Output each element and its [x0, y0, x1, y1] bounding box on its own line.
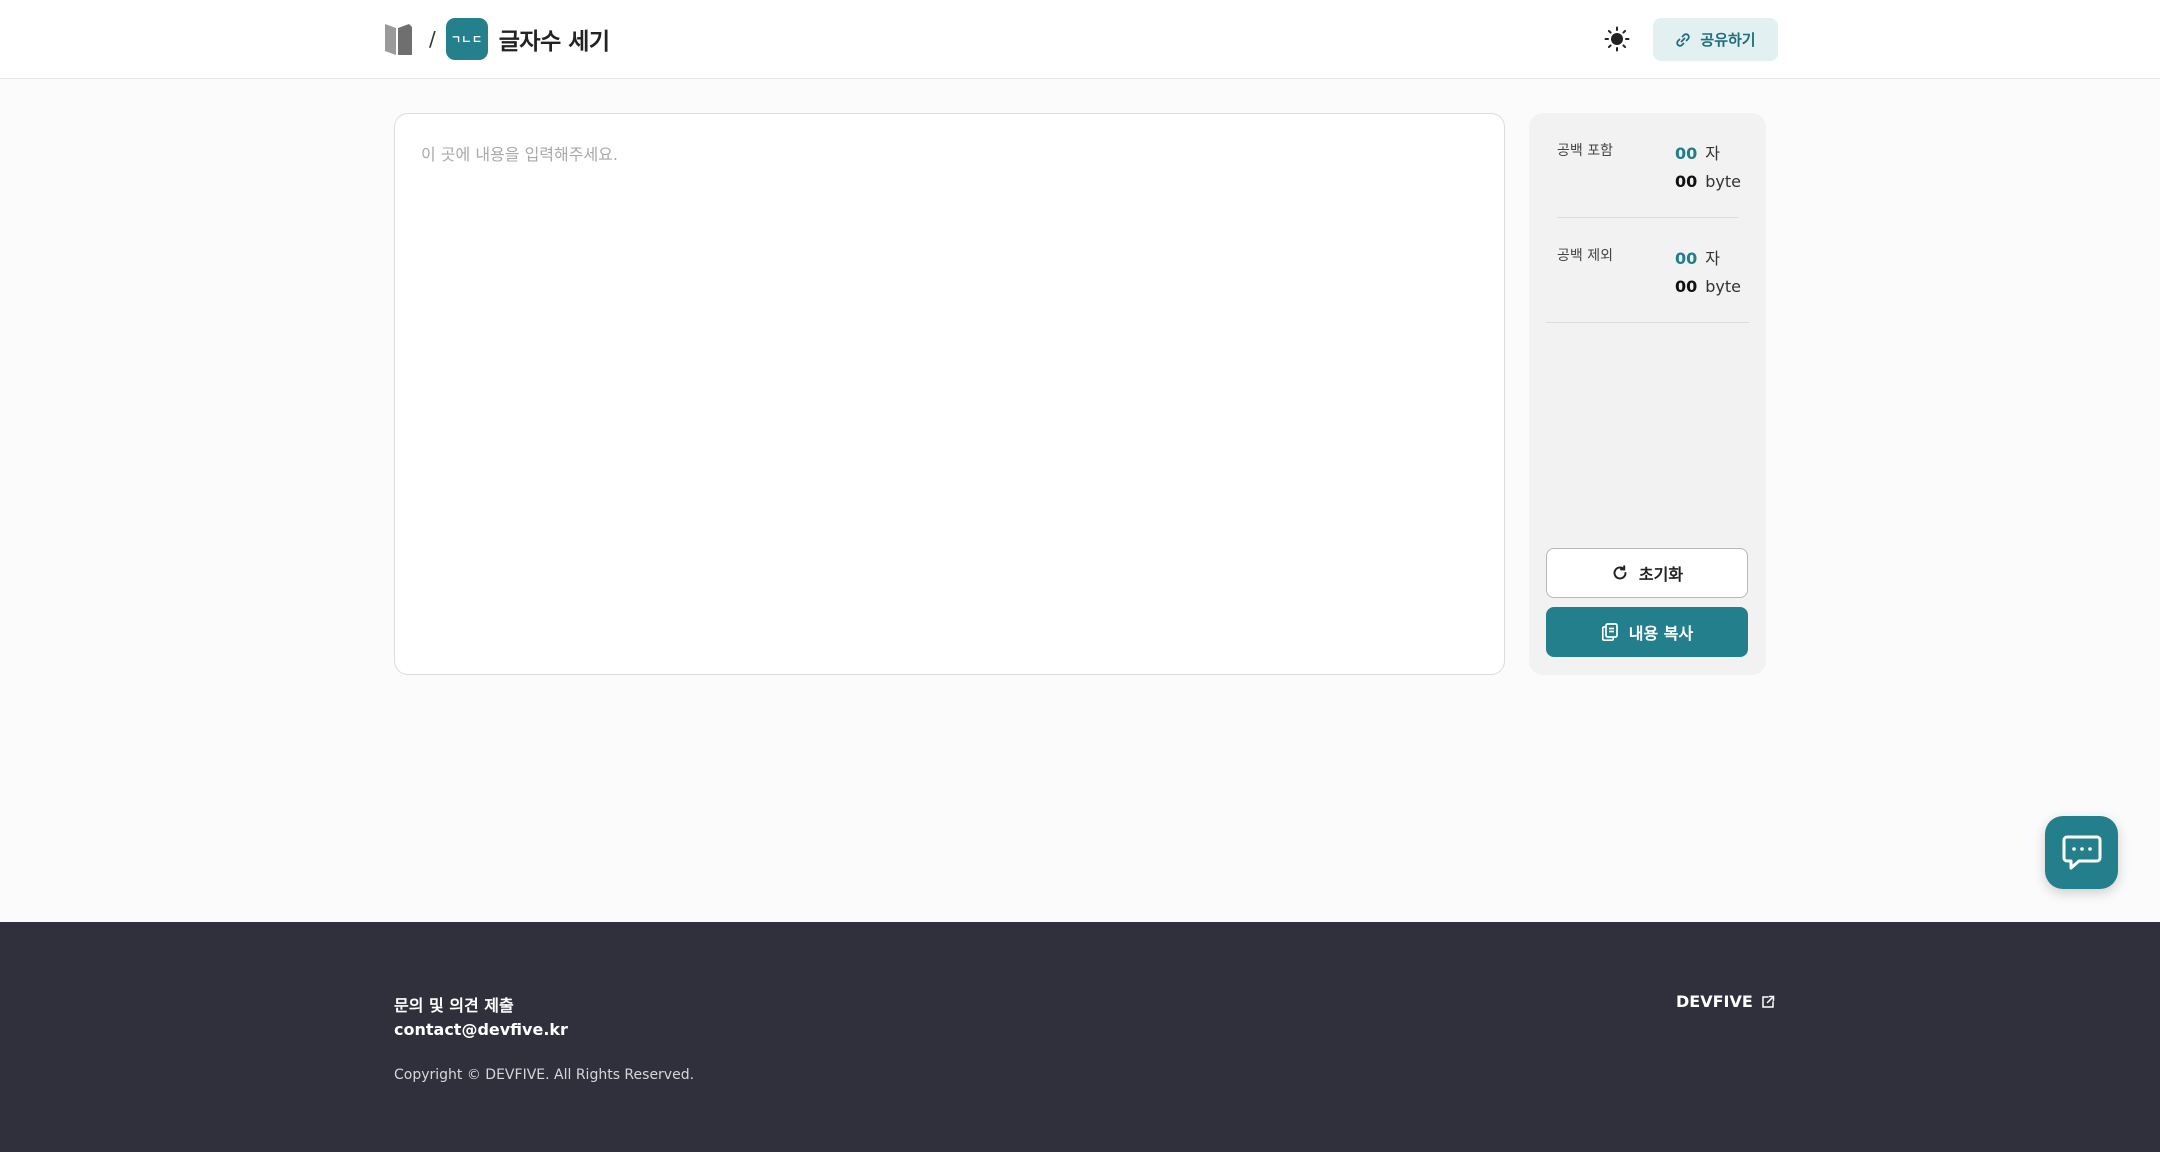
- byte-count-with-spaces: 00 byte: [1675, 172, 1741, 191]
- page-title: 글자수 세기: [498, 29, 610, 55]
- byte-count-unit: byte: [1705, 277, 1742, 296]
- char-count-value: 00: [1675, 249, 1698, 268]
- share-button[interactable]: 공유하기: [1653, 18, 1778, 61]
- devfive-link[interactable]: DEVFIVE: [1676, 992, 1775, 1011]
- chat-button[interactable]: [2045, 816, 2118, 889]
- char-count-without-spaces: 00 자: [1675, 245, 1720, 269]
- stat-label-without-spaces: 공백 제외: [1557, 248, 1613, 264]
- top-header: / ㄱㄴㄷ 글자수 세기 공유하기: [0, 0, 2160, 79]
- byte-count-unit: byte: [1705, 172, 1742, 191]
- char-count-unit: 자: [1705, 144, 1720, 163]
- stat-without-spaces: 공백 제외 00 자 00 byte: [1557, 245, 1741, 301]
- refresh-icon: [1613, 565, 1627, 580]
- byte-count-without-spaces: 00 byte: [1675, 277, 1741, 296]
- external-link-icon: [1762, 995, 1775, 1008]
- copy-content-button[interactable]: 내용 복사: [1546, 607, 1748, 657]
- stat-label-with-spaces: 공백 포함: [1557, 143, 1613, 159]
- stat-divider: [1546, 322, 1749, 323]
- footer-copyright: Copyright © DEVFIVE. All Rights Reserved…: [394, 1067, 695, 1083]
- theme-toggle-button[interactable]: [1602, 24, 1632, 54]
- byte-count-value: 00: [1675, 172, 1698, 191]
- char-count-unit: 자: [1705, 249, 1720, 268]
- byte-count-value: 00: [1675, 277, 1698, 296]
- reset-button-label: 초기화: [1638, 565, 1684, 584]
- footer-inquiry-label: 문의 및 의견 제출: [394, 996, 514, 1015]
- footer-email-link[interactable]: contact@devfive.kr: [394, 1020, 568, 1039]
- breadcrumb: / ㄱㄴㄷ 글자수 세기: [383, 18, 610, 60]
- char-count-with-spaces: 00 자: [1675, 140, 1720, 164]
- reset-button[interactable]: 초기화: [1546, 548, 1748, 598]
- share-button-label: 공유하기: [1700, 31, 1756, 49]
- sun-icon: [1604, 26, 1630, 52]
- devfive-link-label: DEVFIVE: [1676, 992, 1753, 1011]
- link-icon: [1676, 32, 1691, 47]
- stat-divider: [1557, 217, 1738, 218]
- stat-with-spaces: 공백 포함 00 자 00 byte: [1557, 140, 1741, 196]
- brand-book-icon[interactable]: [383, 21, 415, 57]
- text-input[interactable]: [395, 114, 1504, 674]
- footer: 문의 및 의견 제출 contact@devfive.kr Copyright …: [0, 922, 2160, 1152]
- copy-button-label: 내용 복사: [1628, 624, 1694, 643]
- app-logo[interactable]: ㄱㄴㄷ: [445, 18, 488, 60]
- copy-icon: [1601, 623, 1618, 642]
- chat-icon: [2062, 835, 2101, 869]
- char-count-value: 00: [1675, 144, 1698, 163]
- breadcrumb-separator: /: [429, 27, 436, 51]
- text-editor: [394, 113, 1505, 675]
